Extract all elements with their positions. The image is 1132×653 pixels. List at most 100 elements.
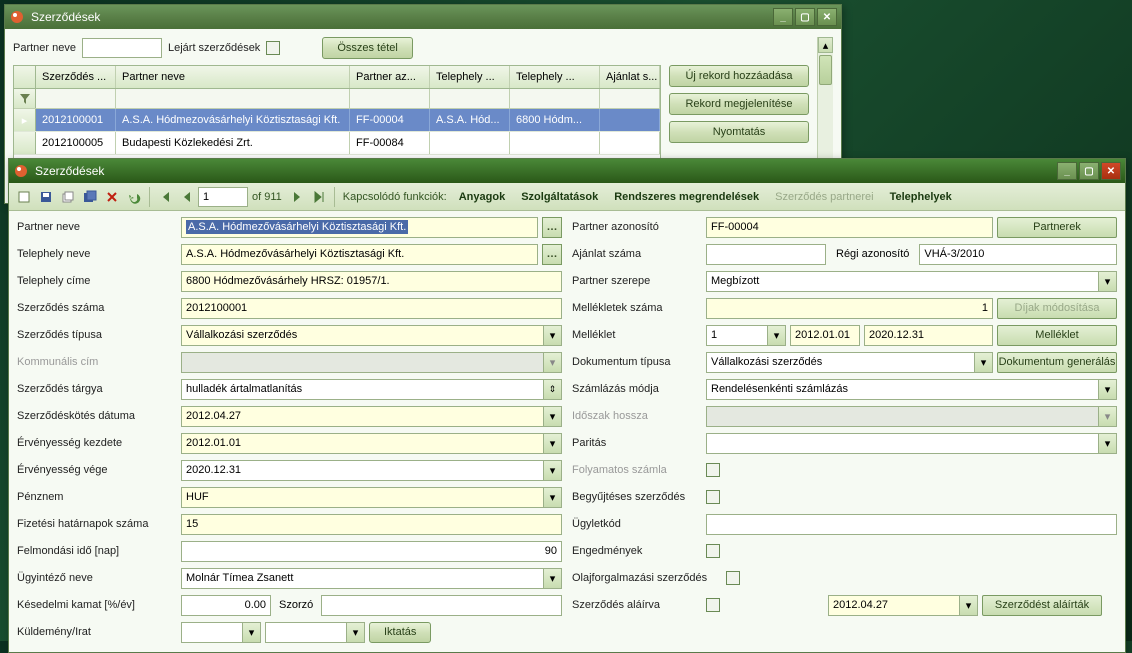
new-icon[interactable]	[13, 186, 35, 208]
contract-signed-checkbox[interactable]	[706, 598, 720, 612]
minimize-button[interactable]: _	[1057, 162, 1077, 180]
contract-subject-field[interactable]: hulladék ártalmatlanítás⇕	[181, 379, 562, 400]
close-button[interactable]: ✕	[1101, 162, 1121, 180]
chevron-down-icon[interactable]: ▾	[959, 596, 977, 615]
multiplier-field[interactable]	[321, 595, 562, 616]
close-button[interactable]: ✕	[817, 8, 837, 26]
chevron-down-icon[interactable]: ▾	[543, 407, 561, 426]
partner-role-select[interactable]: Megbízott▾	[706, 271, 1117, 292]
chevron-down-icon[interactable]: ▾	[543, 461, 561, 480]
col-header[interactable]: Ajánlat s...	[600, 66, 660, 88]
administrator-select[interactable]: Molnár Tímea Zsanett▾	[181, 568, 562, 589]
chevron-down-icon[interactable]: ▾	[767, 326, 785, 345]
attachment-button[interactable]: Melléklet	[997, 325, 1117, 346]
chevron-down-icon[interactable]: ▾	[1098, 272, 1116, 291]
chevron-down-icon[interactable]: ▾	[1098, 380, 1116, 399]
discounts-checkbox[interactable]	[706, 544, 720, 558]
scroll-up-icon[interactable]: ▴	[818, 37, 833, 53]
generate-document-button[interactable]: Dokumentum generálás	[997, 352, 1117, 373]
old-id-field[interactable]: VHÁ-3/2010	[919, 244, 1117, 265]
deal-code-field[interactable]	[706, 514, 1117, 535]
col-header[interactable]: Partner az...	[350, 66, 430, 88]
signed-date-field[interactable]: 2012.04.27▾	[828, 595, 978, 616]
partners-button[interactable]: Partnerek	[997, 217, 1117, 238]
contract-number-field[interactable]: 2012100001	[181, 298, 562, 319]
delete-icon[interactable]	[101, 186, 123, 208]
col-header[interactable]: Telephely ...	[430, 66, 510, 88]
modify-fees-button[interactable]: Díjak módosítása	[997, 298, 1117, 319]
partner-lookup-button[interactable]: …	[542, 217, 562, 238]
scroll-thumb[interactable]	[819, 55, 832, 85]
chevron-down-icon[interactable]: ▾	[543, 569, 561, 588]
col-header[interactable]: Partner neve	[116, 66, 350, 88]
site-lookup-button[interactable]: …	[542, 244, 562, 265]
continuous-invoice-checkbox[interactable]	[706, 463, 720, 477]
contract-date-field[interactable]: 2012.04.27▾	[181, 406, 562, 427]
chevron-down-icon[interactable]: ▾	[242, 623, 260, 642]
collection-contract-checkbox[interactable]	[706, 490, 720, 504]
first-page-icon[interactable]	[154, 186, 176, 208]
maximize-button[interactable]: ▢	[1079, 162, 1099, 180]
attachment-from-field[interactable]: 2012.01.01	[790, 325, 860, 346]
parity-select[interactable]: ▾	[706, 433, 1117, 454]
titlebar[interactable]: Szerződések _ ▢ ✕	[5, 5, 841, 29]
next-page-icon[interactable]	[286, 186, 308, 208]
sites-link[interactable]: Telephelyek	[882, 191, 960, 203]
billing-mode-select[interactable]: Rendelésenkénti számlázás▾	[706, 379, 1117, 400]
chevron-down-icon[interactable]: ▾	[543, 326, 561, 345]
partner-id-field[interactable]: FF-00004	[706, 217, 993, 238]
site-name-field[interactable]: A.S.A. Hódmezővásárhelyi Köztisztasági K…	[181, 244, 538, 265]
oil-trading-checkbox[interactable]	[726, 571, 740, 585]
expand-icon[interactable]: ⇕	[543, 380, 561, 399]
titlebar[interactable]: Szerződések _ ▢ ✕	[9, 159, 1125, 183]
expired-contracts-checkbox[interactable]	[266, 41, 280, 55]
attachments-count-label: Mellékletek száma	[572, 302, 702, 314]
services-link[interactable]: Szolgáltatások	[513, 191, 606, 203]
chevron-down-icon[interactable]: ▾	[543, 434, 561, 453]
show-record-button[interactable]: Rekord megjelenítése	[669, 93, 809, 115]
last-page-icon[interactable]	[308, 186, 330, 208]
quote-number-field[interactable]	[706, 244, 826, 265]
doc-select[interactable]: ▾	[265, 622, 365, 643]
print-button[interactable]: Nyomtatás	[669, 121, 809, 143]
chevron-down-icon[interactable]: ▾	[1098, 434, 1116, 453]
chevron-down-icon[interactable]: ▾	[346, 623, 364, 642]
table-row[interactable]: 2012100005 Budapesti Közlekedési Zrt. FF…	[14, 132, 660, 155]
document-type-select[interactable]: Vállalkozási szerződés▾	[706, 352, 993, 373]
attachment-to-field[interactable]: 2020.12.31	[864, 325, 993, 346]
late-interest-field[interactable]: 0.00	[181, 595, 271, 616]
save-icon[interactable]	[35, 186, 57, 208]
regular-orders-link[interactable]: Rendszeres megrendelések	[606, 191, 767, 203]
prev-page-icon[interactable]	[176, 186, 198, 208]
partner-name-field[interactable]: A.S.A. Hódmezővásárhelyi Köztisztasági K…	[181, 217, 538, 238]
col-header[interactable]: Szerződés ...	[36, 66, 116, 88]
materials-link[interactable]: Anyagok	[451, 191, 513, 203]
validity-end-field[interactable]: 2020.12.31▾	[181, 460, 562, 481]
register-button[interactable]: Iktatás	[369, 622, 431, 643]
page-number-input[interactable]	[198, 187, 248, 207]
save-all-icon[interactable]	[79, 186, 101, 208]
add-record-button[interactable]: Új rekord hozzáadása	[669, 65, 809, 87]
validity-start-field[interactable]: 2012.01.01▾	[181, 433, 562, 454]
contract-type-label: Szerződés típusa	[17, 329, 177, 341]
undo-icon[interactable]	[123, 186, 145, 208]
shipment-select[interactable]: ▾	[181, 622, 261, 643]
col-header[interactable]: Telephely ...	[510, 66, 600, 88]
all-items-button[interactable]: Összes tétel	[322, 37, 413, 59]
contract-type-select[interactable]: Vállalkozási szerződés▾	[181, 325, 562, 346]
minimize-button[interactable]: _	[773, 8, 793, 26]
notice-period-field[interactable]: 90	[181, 541, 562, 562]
table-row[interactable]: ▸ 2012100001 A.S.A. Hódmezovásárhelyi Kö…	[14, 109, 660, 132]
contract-signed-button[interactable]: Szerződést aláírták	[982, 595, 1102, 616]
chevron-down-icon[interactable]: ▾	[974, 353, 992, 372]
attachments-count-field[interactable]: 1	[706, 298, 993, 319]
maximize-button[interactable]: ▢	[795, 8, 815, 26]
currency-select[interactable]: HUF▾	[181, 487, 562, 508]
payment-deadline-field[interactable]: 15	[181, 514, 562, 535]
attachment-index-select[interactable]: 1▾	[706, 325, 786, 346]
partner-name-filter-input[interactable]	[82, 38, 162, 58]
chevron-down-icon[interactable]: ▾	[543, 488, 561, 507]
filter-row-indicator[interactable]	[14, 89, 36, 108]
copy-icon[interactable]	[57, 186, 79, 208]
app-icon	[13, 163, 29, 179]
